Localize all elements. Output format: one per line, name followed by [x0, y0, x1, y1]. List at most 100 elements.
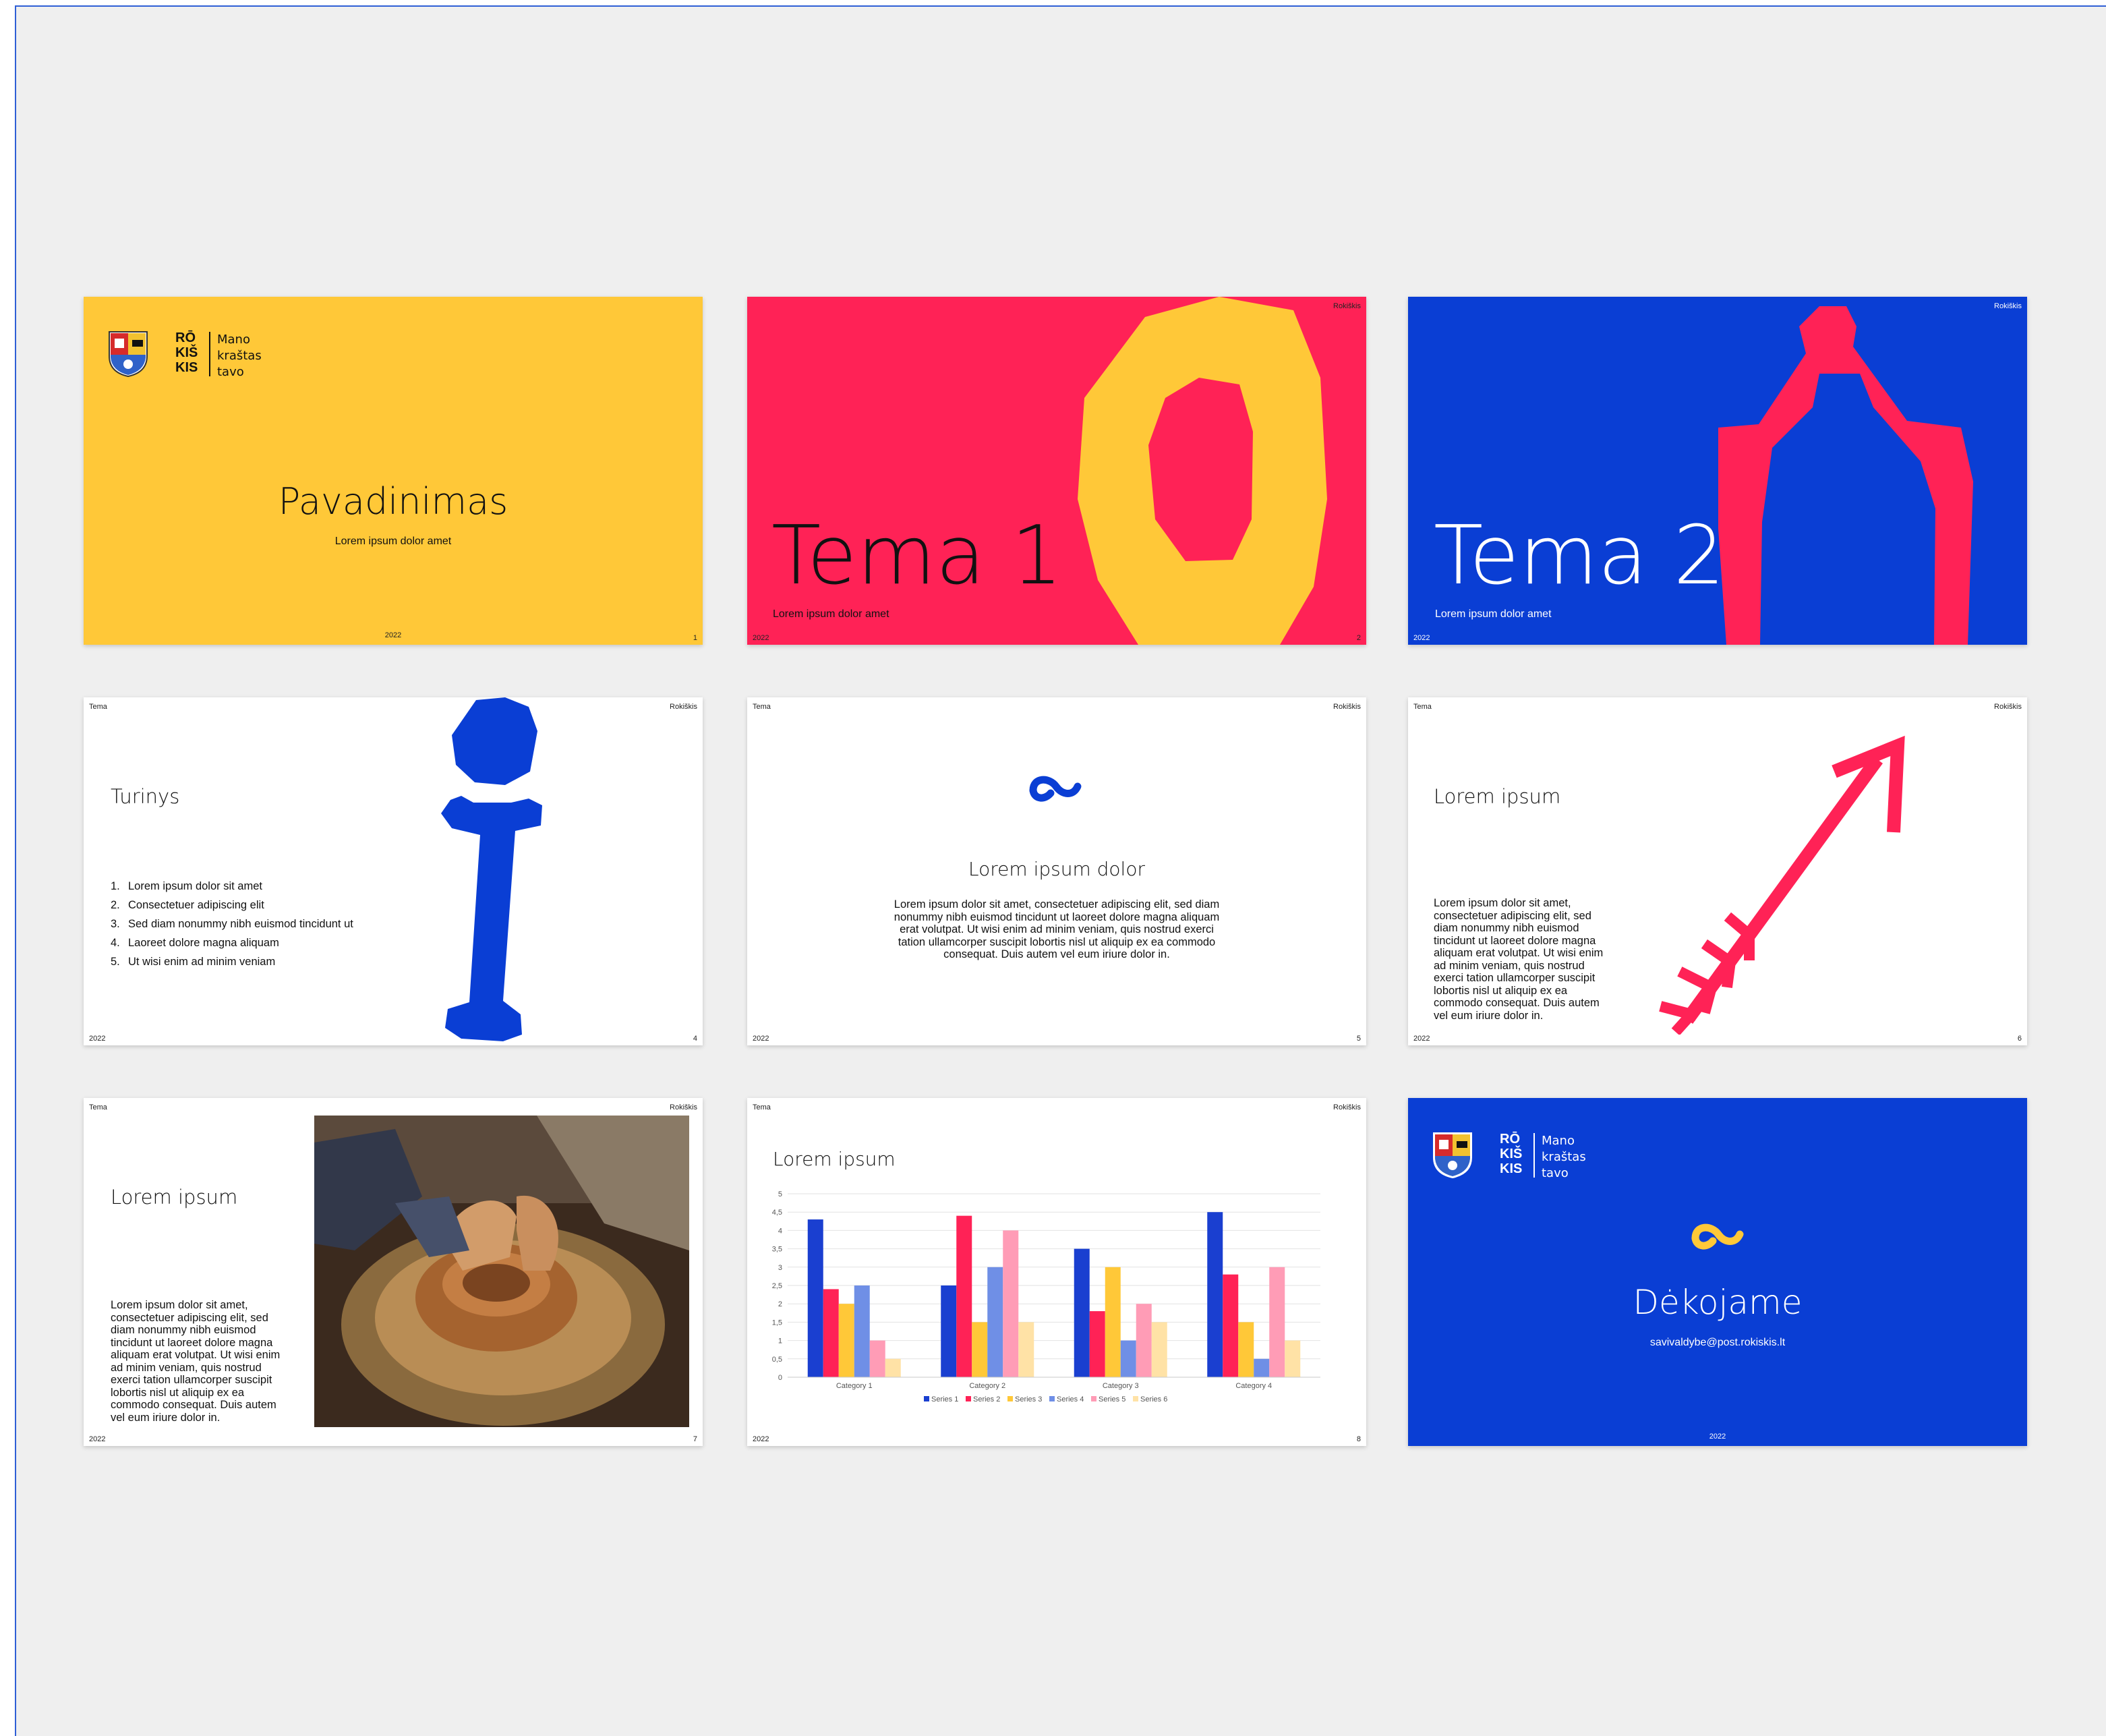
- slide-number: 2: [1356, 634, 1361, 642]
- bar-1-4: [1003, 1230, 1019, 1377]
- bar-3-4: [1269, 1267, 1285, 1377]
- bar-3-5: [1285, 1340, 1301, 1377]
- y-tick-label: 1,5: [772, 1319, 782, 1327]
- slide-corner-label: Rokiškis: [1994, 302, 2022, 310]
- coat-of-arms-icon: [109, 331, 148, 378]
- legend-swatch: [1049, 1396, 1055, 1401]
- slide-subtitle: Lorem ipsum dolor amet: [773, 608, 889, 620]
- slide-number: 4: [693, 1035, 697, 1043]
- slide-title: Lorem ipsum dolor: [968, 858, 1145, 880]
- legend-label: Series 4: [1057, 1395, 1084, 1404]
- slide-year: 2022: [1413, 634, 1430, 642]
- bar-2-4: [1136, 1304, 1152, 1377]
- wave-icon: [1691, 1223, 1744, 1250]
- bar-1-3: [987, 1267, 1003, 1377]
- legend-swatch: [924, 1396, 929, 1401]
- bar-2-2: [1105, 1267, 1121, 1377]
- slide-year: 2022: [753, 1035, 769, 1043]
- list-item: 4. Laoreet dolore magna aliquam: [111, 937, 279, 949]
- slide-thumbnail-9[interactable]: RŌ KIŠ KIS Mano kraštas tavo Dėkojame savi…: [1408, 1098, 2027, 1446]
- slide-subtitle: Lorem ipsum dolor amet: [1435, 608, 1552, 620]
- slide-year: 2022: [89, 1435, 106, 1443]
- bar-1-2: [972, 1322, 988, 1377]
- slide-thumbnail-8[interactable]: Lorem ipsum 0 0,5 1 1,5 2 2,5 3 3,5 4 4,5 5 Categor…: [747, 1098, 1366, 1446]
- slide-thumbnail-2[interactable]: Tema 1 Lorem ipsum dolor amet Rokiškis 2…: [747, 297, 1366, 645]
- legend-label: Series 2: [973, 1395, 1000, 1404]
- legend-label: Series 3: [1015, 1395, 1042, 1404]
- bar-1-5: [1018, 1322, 1034, 1377]
- y-tick-label: 0: [778, 1374, 782, 1382]
- slide-year: 2022: [753, 634, 769, 642]
- slide-corner-label: Rokiškis: [1333, 1103, 1361, 1111]
- slide-body-text: Lorem ipsum dolor sit amet, consectetuer…: [894, 898, 1220, 960]
- list-item: 1. Lorem ipsum dolor sit amet: [111, 880, 262, 892]
- x-tick-label: Category 1: [836, 1382, 873, 1390]
- bar-1-1: [956, 1215, 972, 1377]
- arch-shape: [1718, 306, 1973, 645]
- x-tick-label: Category 4: [1235, 1382, 1272, 1390]
- coat-of-arms-icon: [1433, 1132, 1472, 1179]
- bar-chart: 0 0,5 1 1,5 2 2,5 3 3,5 4 4,5 5 Category 1 Category …: [772, 1190, 1320, 1404]
- slide-corner-label: Rokiškis: [1333, 703, 1361, 711]
- slide-thumbnail-3[interactable]: Tema 2 Lorem ipsum dolor amet Rokiškis 2…: [1408, 297, 2027, 645]
- bar-3-1: [1223, 1274, 1239, 1377]
- bar-0-1: [823, 1289, 839, 1377]
- slide-topic-label: Tema: [753, 703, 771, 711]
- slide-year: 2022: [89, 1035, 106, 1043]
- slide-corner-label: Rokiškis: [1994, 703, 2022, 711]
- bar-0-2: [838, 1304, 854, 1377]
- slide-body-text: Lorem ipsum dolor sit amet, consectetuer …: [111, 1299, 281, 1424]
- logo-divider: [1533, 1133, 1535, 1178]
- slide-title: Dėkojame: [1633, 1283, 1803, 1322]
- slide-corner-label: Rokiškis: [1333, 302, 1361, 310]
- logo-wordmark: RŌ KIŠ KIS: [175, 330, 198, 375]
- slide-year: 2022: [1709, 1433, 1726, 1441]
- logo-tagline: Mano kraštas tavo: [1542, 1134, 1586, 1180]
- letter-o-shape: [1078, 297, 1327, 645]
- wave-icon: [1029, 776, 1082, 802]
- slide-topic-label: Tema: [753, 1103, 771, 1111]
- contents-list: 1. Lorem ipsum dolor sit amet 2. Consectet…: [111, 877, 353, 971]
- bar-3-2: [1238, 1322, 1254, 1377]
- y-tick-label: 2,5: [772, 1282, 782, 1290]
- y-tick-label: 5: [778, 1190, 782, 1198]
- legend-label: Series 1: [931, 1395, 958, 1404]
- slide-thumbnail-4[interactable]: Turinys 1. Lorem ipsum dolor sit amet 2. C…: [84, 697, 703, 1045]
- slide-topic-label: Tema: [1413, 703, 1432, 711]
- slide-thumbnail-6[interactable]: Lorem ipsum Lorem ipsum dolor sit amet, c…: [1408, 697, 2027, 1045]
- y-tick-label: 4: [778, 1227, 782, 1235]
- y-tick-label: 1: [778, 1337, 782, 1346]
- slide-thumbnail-5[interactable]: Lorem ipsum dolor Lorem ipsum dolor sit …: [747, 697, 1366, 1045]
- slide-topic-label: Tema: [89, 1103, 107, 1111]
- slide-title: Turinys: [111, 785, 180, 808]
- slide-topic-label: Tema: [89, 703, 107, 711]
- slide-year: 2022: [384, 631, 402, 639]
- bar-2-5: [1151, 1322, 1167, 1377]
- bar-2-1: [1089, 1311, 1105, 1377]
- y-tick-label: 3: [778, 1264, 782, 1272]
- pottery-photo: [314, 1116, 689, 1427]
- y-tick-label: 2: [778, 1300, 782, 1308]
- legend-swatch: [1007, 1396, 1013, 1401]
- slide-title: Tema 1: [771, 509, 1063, 603]
- slide-thumbnail-1[interactable]: RŌ KIŠ KIS Mano kraštas tavo Pavadinimas L…: [84, 297, 703, 645]
- arrow-shape: [1659, 735, 1905, 1035]
- legend-label: Series 6: [1140, 1395, 1167, 1404]
- legend-swatch: [1133, 1396, 1138, 1401]
- x-tick-label: Category 3: [1103, 1382, 1139, 1390]
- rokiskis-logo: RŌ KIŠ KIS Mano kraštas tavo: [1432, 1129, 1608, 1183]
- legend-swatch: [966, 1396, 971, 1401]
- slide-title: Pavadinimas: [278, 480, 508, 523]
- slide-body-text: Lorem ipsum dolor sit amet, consectetuer …: [1434, 897, 1604, 1022]
- list-item: 3. Sed diam nonummy nibh euismod tincidun…: [111, 918, 353, 930]
- slide-thumbnail-7[interactable]: Lorem ipsum Lorem ipsum dolor sit amet, c…: [84, 1098, 703, 1446]
- bar-0-0: [807, 1219, 823, 1377]
- bar-0-5: [885, 1358, 901, 1377]
- legend-swatch: [1091, 1396, 1096, 1401]
- list-item: 2. Consectetuer adipiscing elit: [111, 899, 264, 911]
- contact-email: savivaldybe@post.rokiskis.lt: [1649, 1337, 1786, 1348]
- slide-number: 5: [1356, 1035, 1361, 1043]
- bar-1-0: [941, 1285, 957, 1377]
- letter-i-shape: [441, 697, 542, 1041]
- slide-number: 6: [2017, 1035, 2022, 1043]
